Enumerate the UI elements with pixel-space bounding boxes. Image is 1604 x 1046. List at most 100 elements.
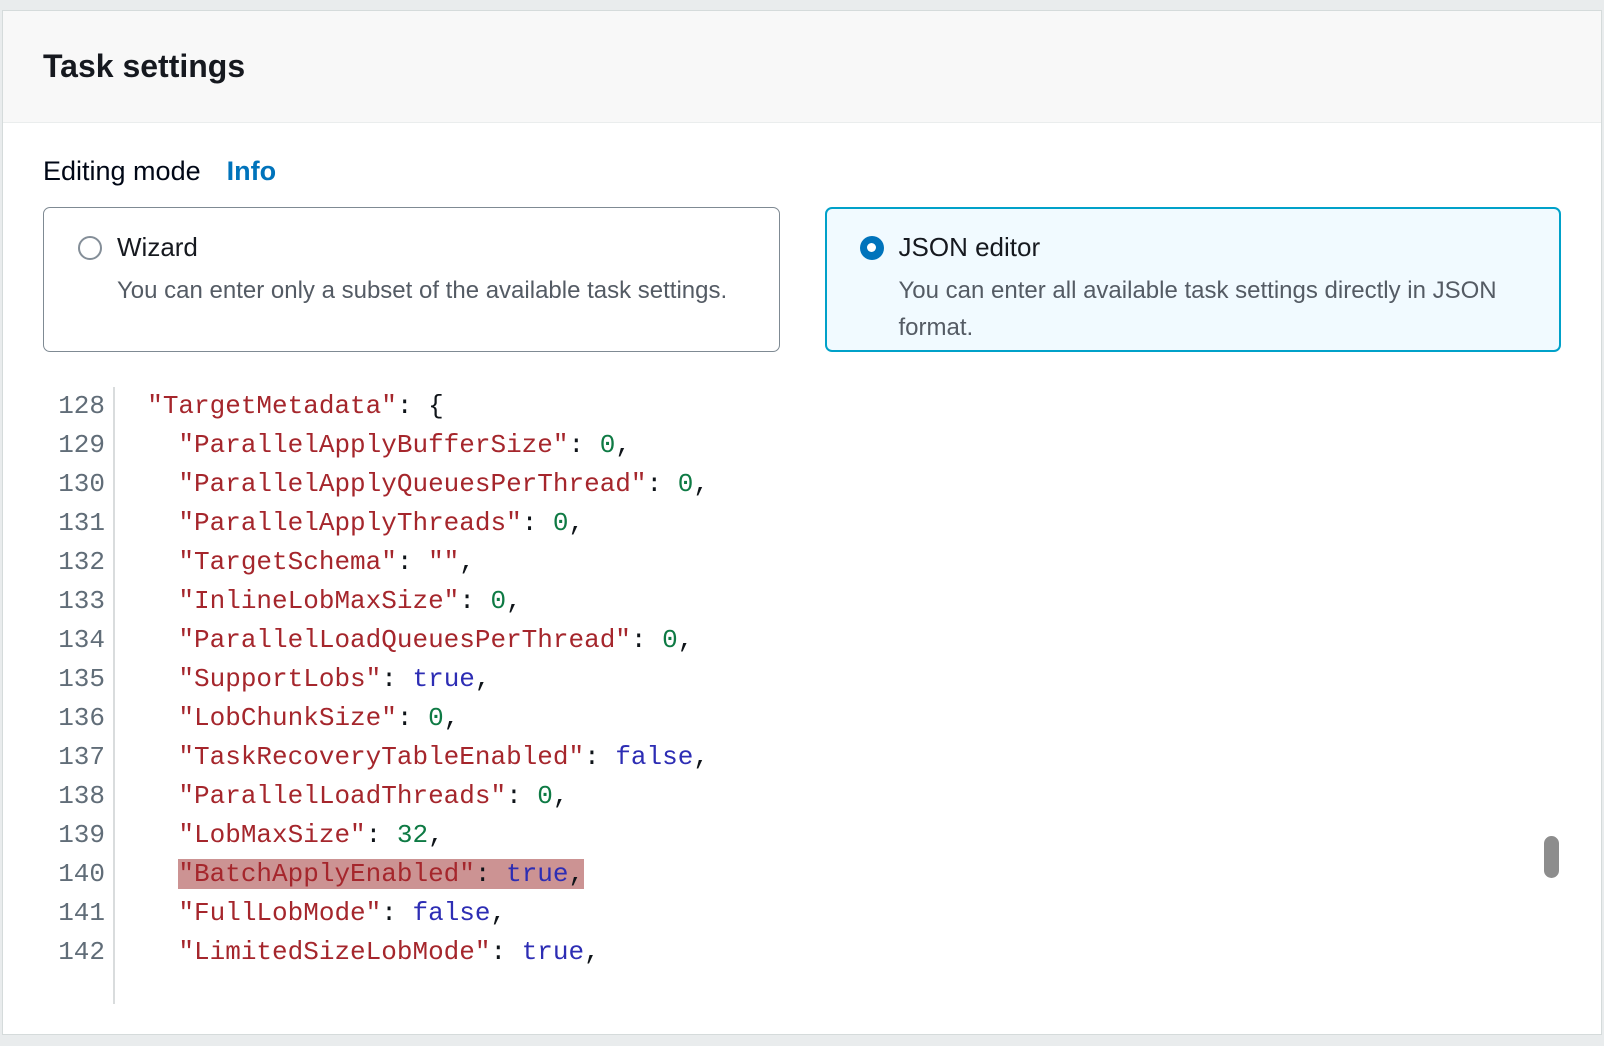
code-token: ,	[444, 703, 460, 733]
code-token: "ParallelApplyQueuesPerThread"	[178, 469, 646, 499]
code-token: ,	[584, 937, 600, 967]
panel-header: Task settings	[3, 11, 1601, 123]
code-line[interactable]: 142 "LimitedSizeLobMode": true,	[43, 933, 1561, 972]
code-token: : {	[397, 391, 444, 421]
code-token: 0	[428, 703, 444, 733]
tile-wizard[interactable]: Wizard You can enter only a subset of th…	[43, 207, 780, 352]
code-token	[116, 664, 178, 694]
code-line[interactable]: 139 "LobMaxSize": 32,	[43, 816, 1561, 855]
code-text: "TargetSchema": "",	[105, 543, 475, 582]
highlighted-code: "BatchApplyEnabled": true,	[178, 859, 584, 889]
line-number: 138	[43, 777, 105, 816]
code-token: 0	[491, 586, 507, 616]
json-editor-radio-row: JSON editor	[860, 232, 1533, 263]
code-text: "ParallelApplyThreads": 0,	[105, 504, 584, 543]
code-text: "TargetMetadata": {	[105, 387, 444, 426]
code-token: "SupportLobs"	[178, 664, 381, 694]
code-token	[116, 820, 178, 850]
code-token: ,	[678, 625, 694, 655]
code-token: :	[490, 937, 521, 967]
code-line[interactable]: 140 "BatchApplyEnabled": true,	[43, 855, 1561, 894]
code-token: ,	[428, 820, 444, 850]
code-token: false	[615, 742, 693, 772]
panel-body: Editing mode Info Wizard You can enter o…	[3, 156, 1601, 1004]
wizard-description: You can enter only a subset of the avail…	[117, 272, 747, 309]
json-editor-description: You can enter all available task setting…	[899, 272, 1529, 346]
code-token: 0	[537, 781, 553, 811]
code-token: :	[506, 781, 537, 811]
code-token	[116, 430, 178, 460]
code-line[interactable]: 136 "LobChunkSize": 0,	[43, 699, 1561, 738]
code-lines: 128 "TargetMetadata": {129 "ParallelAppl…	[43, 387, 1561, 972]
info-link[interactable]: Info	[227, 156, 276, 187]
code-token: ,	[693, 742, 709, 772]
line-number: 139	[43, 816, 105, 855]
code-line[interactable]: 129 "ParallelApplyBufferSize": 0,	[43, 426, 1561, 465]
editing-mode-row: Editing mode Info	[43, 156, 1561, 187]
code-token: ,	[693, 469, 709, 499]
code-text: "ParallelApplyBufferSize": 0,	[105, 426, 631, 465]
code-token: "BatchApplyEnabled"	[178, 859, 474, 889]
code-token: ,	[553, 781, 569, 811]
code-text: "ParallelLoadThreads": 0,	[105, 777, 569, 816]
line-number: 136	[43, 699, 105, 738]
editing-mode-tiles: Wizard You can enter only a subset of th…	[43, 207, 1561, 352]
code-token: "ParallelApplyBufferSize"	[178, 430, 568, 460]
code-token	[116, 898, 178, 928]
line-number: 140	[43, 855, 105, 894]
code-token: 32	[397, 820, 428, 850]
code-token: "LimitedSizeLobMode"	[178, 937, 490, 967]
code-token	[116, 859, 178, 889]
wizard-title: Wizard	[117, 232, 198, 263]
code-token: ,	[506, 586, 522, 616]
line-number: 132	[43, 543, 105, 582]
code-token: true	[412, 664, 474, 694]
line-number: 142	[43, 933, 105, 972]
code-line[interactable]: 131 "ParallelApplyThreads": 0,	[43, 504, 1561, 543]
code-line[interactable]: 130 "ParallelApplyQueuesPerThread": 0,	[43, 465, 1561, 504]
code-token: true	[506, 859, 568, 889]
code-line[interactable]: 132 "TargetSchema": "",	[43, 543, 1561, 582]
code-token: "FullLobMode"	[178, 898, 381, 928]
line-number: 137	[43, 738, 105, 777]
code-token: false	[412, 898, 490, 928]
tile-json-editor[interactable]: JSON editor You can enter all available …	[825, 207, 1562, 352]
code-token: "TargetSchema"	[178, 547, 396, 577]
code-line[interactable]: 128 "TargetMetadata": {	[43, 387, 1561, 426]
radio-selected-icon[interactable]	[860, 236, 884, 260]
code-token	[116, 781, 178, 811]
code-line[interactable]: 133 "InlineLobMaxSize": 0,	[43, 582, 1561, 621]
line-number: 135	[43, 660, 105, 699]
code-line[interactable]: 138 "ParallelLoadThreads": 0,	[43, 777, 1561, 816]
code-token: :	[631, 625, 662, 655]
code-token: ,	[569, 508, 585, 538]
code-token: 0	[600, 430, 616, 460]
code-token: ,	[459, 547, 475, 577]
code-token	[116, 625, 178, 655]
radio-dot	[867, 243, 876, 252]
code-token: :	[647, 469, 678, 499]
scrollbar-thumb[interactable]	[1544, 836, 1559, 878]
code-text: "InlineLobMaxSize": 0,	[105, 582, 522, 621]
code-text: "ParallelLoadQueuesPerThread": 0,	[105, 621, 693, 660]
code-token: 0	[678, 469, 694, 499]
json-code-editor[interactable]: 128 "TargetMetadata": {129 "ParallelAppl…	[43, 387, 1561, 1004]
code-token: :	[397, 703, 428, 733]
code-token: 0	[662, 625, 678, 655]
line-number: 133	[43, 582, 105, 621]
code-token: "InlineLobMaxSize"	[178, 586, 459, 616]
code-line[interactable]: 137 "TaskRecoveryTableEnabled": false,	[43, 738, 1561, 777]
code-token: true	[522, 937, 584, 967]
code-token: :	[397, 547, 428, 577]
code-line[interactable]: 135 "SupportLobs": true,	[43, 660, 1561, 699]
radio-unselected-icon[interactable]	[78, 236, 102, 260]
task-settings-panel: Task settings Editing mode Info Wizard Y…	[2, 10, 1602, 1035]
code-line[interactable]: 141 "FullLobMode": false,	[43, 894, 1561, 933]
editing-mode-label: Editing mode	[43, 156, 201, 187]
code-text: "BatchApplyEnabled": true,	[105, 855, 584, 894]
code-token: ,	[569, 859, 585, 889]
code-token: "LobMaxSize"	[178, 820, 365, 850]
code-text: "ParallelApplyQueuesPerThread": 0,	[105, 465, 709, 504]
code-text: "LimitedSizeLobMode": true,	[105, 933, 600, 972]
code-line[interactable]: 134 "ParallelLoadQueuesPerThread": 0,	[43, 621, 1561, 660]
